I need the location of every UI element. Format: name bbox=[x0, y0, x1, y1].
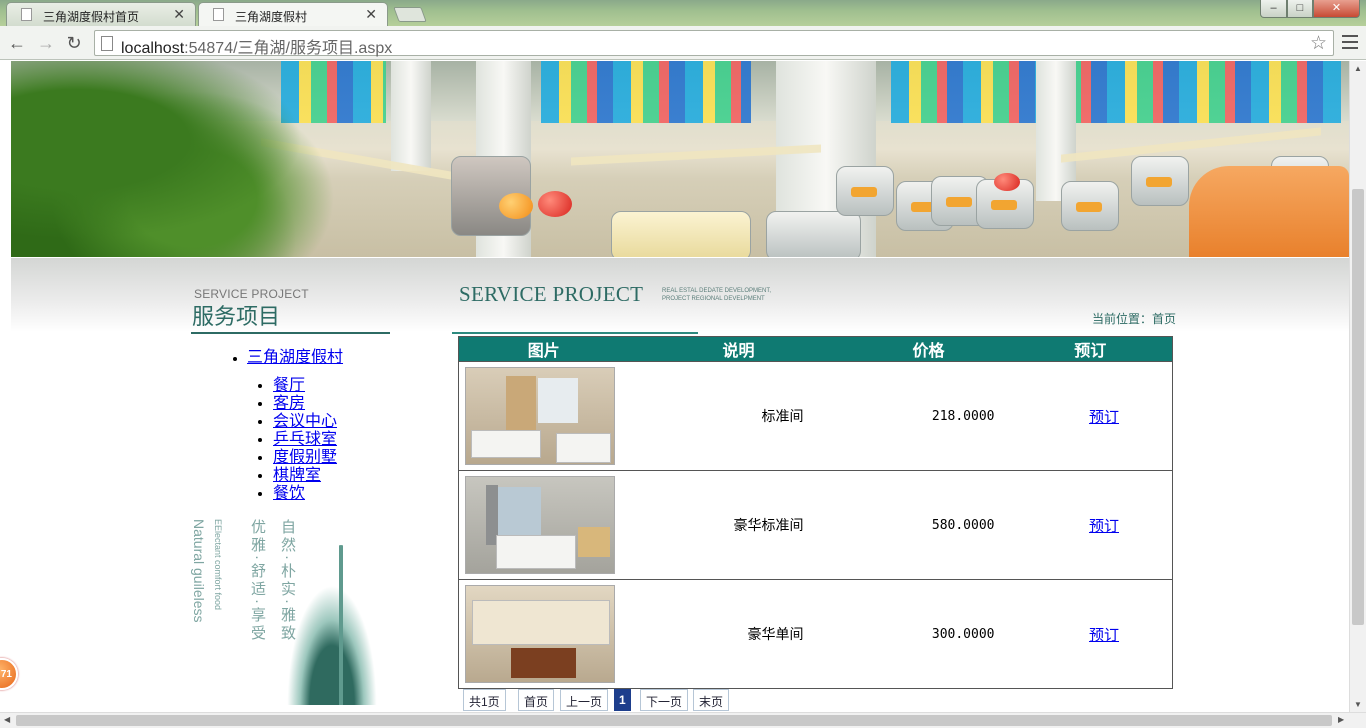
nav-link-dining[interactable]: 餐饮 bbox=[273, 485, 305, 502]
room-price: 580.0000 bbox=[848, 470, 1009, 580]
column-header-price: 价格 bbox=[848, 336, 1009, 362]
divider bbox=[452, 332, 698, 334]
tab-title: 三角湖度假村 bbox=[235, 10, 308, 24]
page-icon bbox=[101, 36, 113, 51]
breadcrumb: 当前位置：首页 bbox=[1092, 312, 1177, 326]
nav-item: 棋牌室 bbox=[273, 467, 337, 485]
tab-home[interactable]: 三角湖度假村首页 ✕ bbox=[6, 2, 196, 26]
page-viewport: SERVICE PROJECT 服务项目 三角湖度假村 餐厅 客房 会议中心 乒… bbox=[0, 61, 1349, 712]
pager-last-button[interactable]: 末页 bbox=[693, 689, 730, 711]
reload-icon[interactable]: ↻ bbox=[64, 33, 84, 53]
title-bar: 三角湖度假村首页 ✕ 三角湖度假村 ✕ – □ ✕ bbox=[0, 0, 1366, 27]
vertical-scrollbar[interactable]: ▲ ▼ bbox=[1349, 61, 1366, 712]
horizontal-scrollbar[interactable]: ◀ ▶ bbox=[0, 712, 1366, 728]
nav-item: 乒乓球室 bbox=[273, 431, 337, 449]
browser-toolbar: ← → ↻ localhost:54874/三角湖/服务项目.aspx ☆ bbox=[0, 26, 1366, 60]
nav-link-root[interactable]: 三角湖度假村 bbox=[247, 349, 343, 366]
nav-root-item: 三角湖度假村 bbox=[247, 343, 343, 367]
room-price: 300.0000 bbox=[848, 579, 1009, 689]
room-description: 豪华单间 bbox=[628, 579, 849, 689]
nav-item: 餐饮 bbox=[273, 485, 337, 503]
scroll-up-icon[interactable]: ▲ bbox=[1354, 64, 1362, 73]
nav-item: 餐厅 bbox=[273, 377, 337, 395]
scroll-down-icon[interactable]: ▼ bbox=[1354, 700, 1362, 709]
nav-link-conference[interactable]: 会议中心 bbox=[273, 413, 337, 430]
column-header-description: 说明 bbox=[628, 336, 849, 362]
menu-icon[interactable] bbox=[1342, 35, 1358, 49]
right-heading-sub: REAL ESTAL DEDATE DEVELOPMENT, PROJECT RE… bbox=[662, 288, 772, 302]
bookmark-star-icon[interactable]: ☆ bbox=[1310, 32, 1327, 55]
table-header-row: 图片 说明 价格 预订 bbox=[458, 336, 1173, 362]
close-window-button[interactable]: ✕ bbox=[1313, 0, 1360, 18]
right-heading-en: SERVICE PROJECT bbox=[459, 282, 644, 306]
scroll-thumb[interactable] bbox=[16, 715, 1332, 726]
nav-link-chess[interactable]: 棋牌室 bbox=[273, 467, 321, 484]
maximize-button[interactable]: □ bbox=[1287, 0, 1313, 18]
left-heading: 服务项目 bbox=[192, 304, 281, 329]
page-icon bbox=[21, 8, 32, 21]
book-link[interactable]: 预订 bbox=[1089, 517, 1119, 535]
pager-total: 共1页 bbox=[463, 689, 506, 711]
tab-close-icon[interactable]: ✕ bbox=[365, 6, 377, 23]
new-tab-button[interactable] bbox=[393, 7, 427, 22]
forward-arrow-icon[interactable]: → bbox=[36, 33, 56, 53]
room-photo bbox=[465, 585, 615, 683]
floating-badge[interactable]: 71 bbox=[0, 658, 18, 690]
room-photo bbox=[465, 367, 615, 465]
tab-service[interactable]: 三角湖度假村 ✕ bbox=[198, 2, 388, 27]
tab-title: 三角湖度假村首页 bbox=[43, 10, 140, 24]
nav-link-pingpong[interactable]: 乒乓球室 bbox=[273, 431, 337, 448]
nav-item: 会议中心 bbox=[273, 413, 337, 431]
pager-first-button[interactable]: 首页 bbox=[518, 689, 555, 711]
book-link[interactable]: 预订 bbox=[1089, 408, 1119, 426]
nav-item: 客房 bbox=[273, 395, 337, 413]
divider bbox=[191, 332, 390, 334]
room-photo bbox=[465, 476, 615, 574]
table-row: 豪华标准间 580.0000 预订 bbox=[458, 470, 1173, 580]
table-row: 标准间 218.0000 预订 bbox=[458, 361, 1173, 471]
nav-link-restaurant[interactable]: 餐厅 bbox=[273, 377, 305, 394]
room-table: 图片 说明 价格 预订 标准间 218.0000 预订 豪华标准间 580.00… bbox=[458, 336, 1173, 689]
banner-image bbox=[11, 61, 1349, 257]
tab-close-icon[interactable]: ✕ bbox=[173, 6, 185, 23]
address-bar[interactable]: localhost:54874/三角湖/服务项目.aspx ☆ bbox=[94, 30, 1334, 58]
column-header-picture: 图片 bbox=[458, 336, 629, 362]
column-header-booking: 预订 bbox=[1008, 336, 1173, 362]
pager-next-button[interactable]: 下一页 bbox=[640, 689, 689, 711]
book-link[interactable]: 预订 bbox=[1089, 626, 1119, 644]
nav-link-rooms[interactable]: 客房 bbox=[273, 395, 305, 412]
room-description: 豪华标准间 bbox=[628, 470, 849, 580]
url-text[interactable]: localhost:54874/三角湖/服务项目.aspx bbox=[121, 34, 392, 58]
pager-prev-button[interactable]: 上一页 bbox=[560, 689, 609, 711]
pager-current-page: 1 bbox=[614, 689, 631, 711]
scroll-right-icon[interactable]: ▶ bbox=[1338, 715, 1344, 724]
table-row: 豪华单间 300.0000 预订 bbox=[458, 579, 1173, 689]
page-icon bbox=[213, 8, 224, 21]
scroll-left-icon[interactable]: ◀ bbox=[4, 715, 10, 724]
scroll-thumb[interactable] bbox=[1352, 189, 1364, 625]
decorative-plant-image: Natural guileless EElectant comfort food… bbox=[191, 519, 391, 705]
minimize-button[interactable]: – bbox=[1260, 0, 1287, 18]
room-description: 标准间 bbox=[628, 361, 849, 471]
nav-link-villa[interactable]: 度假别墅 bbox=[273, 449, 337, 466]
back-arrow-icon[interactable]: ← bbox=[7, 33, 27, 53]
nav-item: 度假别墅 bbox=[273, 449, 337, 467]
room-price: 218.0000 bbox=[848, 361, 1009, 471]
